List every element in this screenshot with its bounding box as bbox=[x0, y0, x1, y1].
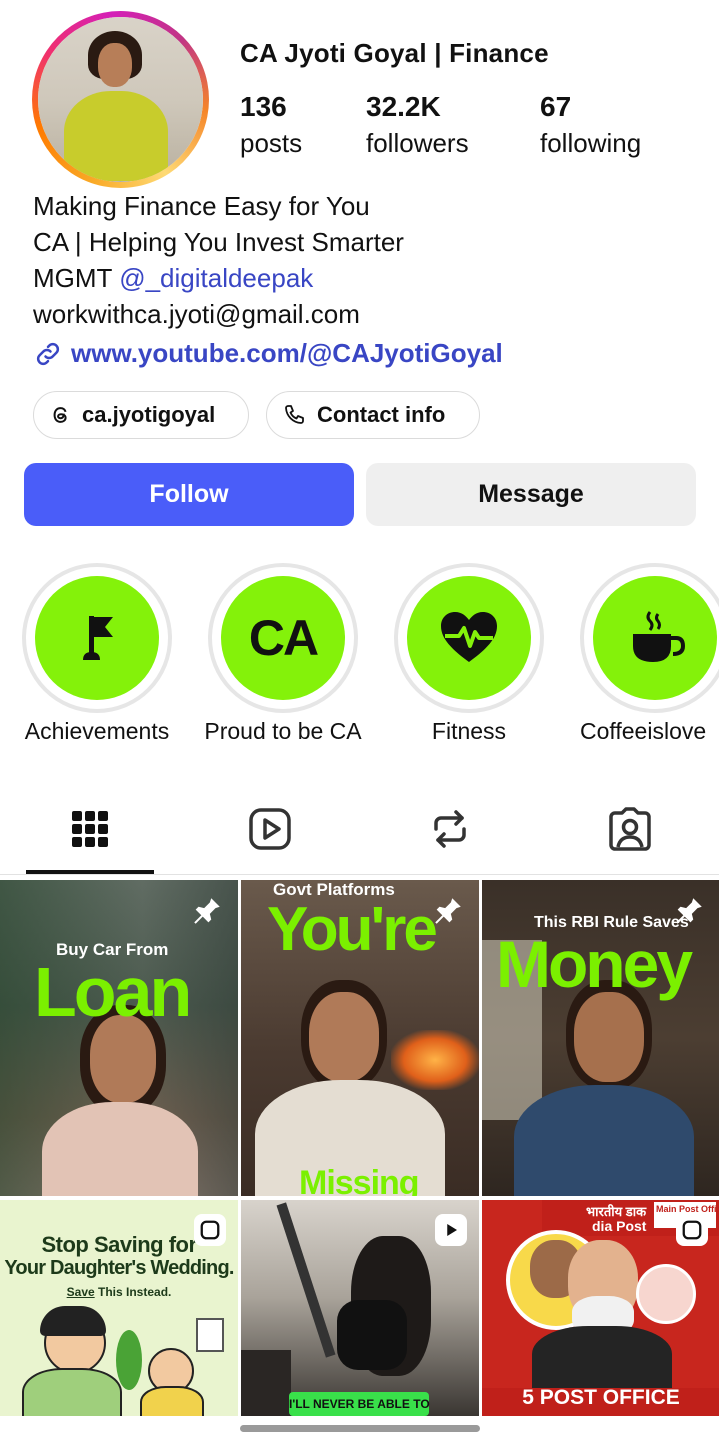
post-headline: You're bbox=[267, 895, 438, 964]
highlight-coffeeislove[interactable]: Coffeeislove bbox=[580, 563, 719, 744]
pin-icon bbox=[435, 898, 461, 924]
contact-info-chip[interactable]: Contact info bbox=[266, 391, 480, 439]
highlight-fitness[interactable]: Fitness bbox=[394, 563, 544, 744]
stat-label: followers bbox=[366, 128, 469, 158]
tagged-icon bbox=[609, 807, 651, 851]
posts-count[interactable]: 136 posts bbox=[240, 90, 302, 162]
post-tile-4[interactable]: Stop Saving for Your Daughter's Wedding.… bbox=[0, 1200, 238, 1416]
bio-line: MGMT @_digitaldeepak bbox=[33, 260, 404, 296]
stat-label: following bbox=[540, 128, 642, 158]
post-headline: 5 POST OFFICE bbox=[522, 1386, 680, 1409]
post-headline: Loan bbox=[34, 953, 192, 1031]
post-tile-5[interactable]: I'LL NEVER BE ABLE TO bbox=[241, 1200, 479, 1416]
bio-mention-link[interactable]: @_digitaldeepak bbox=[119, 263, 313, 293]
avatar bbox=[38, 17, 203, 182]
grid-icon bbox=[72, 811, 108, 847]
profile-name: CA Jyoti Goyal | Finance bbox=[240, 38, 549, 68]
tab-divider bbox=[0, 874, 719, 875]
post-headline: Money bbox=[496, 927, 693, 1001]
reel-badge bbox=[676, 1214, 708, 1246]
post-tile-3[interactable]: This RBI Rule Saves Money bbox=[482, 880, 719, 1196]
highlight-label: Coffeeislove bbox=[580, 718, 707, 744]
post-subline: Save This Instead. bbox=[0, 1285, 238, 1299]
pin-icon bbox=[676, 898, 702, 924]
post-subline-text: This Instead. bbox=[94, 1285, 172, 1299]
profile-bio: Making Finance Easy for You CA | Helping… bbox=[33, 188, 404, 332]
tab-tagged[interactable] bbox=[606, 805, 654, 853]
bio-mgmt-label: MGMT bbox=[33, 263, 120, 293]
bio-line: CA | Helping You Invest Smarter bbox=[33, 227, 404, 257]
post-caption: I'LL NEVER BE ABLE TO bbox=[289, 1397, 430, 1411]
message-button[interactable]: Message bbox=[366, 463, 696, 526]
reel-icon bbox=[682, 1220, 702, 1240]
stat-value: 32.2K bbox=[366, 91, 441, 122]
post-tile-1[interactable]: Buy Car From Loan bbox=[0, 880, 238, 1196]
tab-reposts[interactable] bbox=[426, 805, 474, 853]
post-subline-emphasis: Save bbox=[66, 1285, 95, 1299]
reposts-icon bbox=[434, 810, 466, 848]
followers-count[interactable]: 32.2K followers bbox=[366, 90, 469, 162]
reels-icon bbox=[249, 808, 291, 850]
profile-avatar-ring[interactable] bbox=[32, 11, 209, 188]
highlight-achievements[interactable]: Achievements bbox=[22, 563, 172, 744]
profile-link[interactable]: www.youtube.com/@CAJyotiGoyal bbox=[33, 338, 503, 369]
tab-reels[interactable] bbox=[246, 805, 294, 853]
phone-icon bbox=[285, 405, 304, 424]
post-tile-6[interactable]: भारतीय डाक dia Post Main Post Office 5 P… bbox=[482, 1200, 719, 1416]
threads-chip[interactable]: ca.jyotigoyal bbox=[33, 391, 249, 439]
stat-label: posts bbox=[240, 128, 303, 158]
highlight-label: Proud to be CA bbox=[204, 718, 362, 744]
post-tile-2[interactable]: Govt Platforms You're Missing bbox=[241, 880, 479, 1196]
home-indicator[interactable] bbox=[240, 1425, 480, 1432]
follow-button[interactable]: Follow bbox=[24, 463, 354, 526]
reel-badge bbox=[435, 1214, 467, 1246]
bio-email: workwithca.jyoti@gmail.com bbox=[33, 299, 360, 329]
post-sign-text: dia Post bbox=[592, 1218, 647, 1234]
reel-badge bbox=[194, 1214, 226, 1246]
link-icon bbox=[36, 342, 60, 365]
stat-value: 136 bbox=[240, 91, 287, 122]
coffee-cup-icon bbox=[633, 611, 686, 662]
bio-line: Making Finance Easy for You bbox=[33, 191, 370, 221]
play-icon bbox=[447, 1224, 457, 1236]
highlight-label: Fitness bbox=[431, 718, 507, 744]
pin-icon bbox=[194, 898, 220, 924]
following-count[interactable]: 67 following bbox=[540, 90, 641, 162]
highlight-label: Achievements bbox=[24, 718, 170, 744]
threads-icon bbox=[53, 407, 67, 423]
threads-handle: ca.jyotigoyal bbox=[82, 402, 216, 427]
heart-pulse-icon bbox=[441, 612, 497, 662]
ca-icon: CA bbox=[248, 610, 319, 666]
stat-value: 67 bbox=[540, 91, 572, 122]
contact-info-label: Contact info bbox=[317, 402, 446, 427]
post-headline: Your Daughter's Wedding. bbox=[4, 1257, 234, 1279]
post-sign-text: Main Post Office bbox=[656, 1204, 719, 1214]
post-footer-text: Missing bbox=[299, 1164, 420, 1196]
flag-icon bbox=[83, 616, 113, 660]
reel-icon bbox=[200, 1220, 220, 1240]
tab-posts-grid[interactable] bbox=[66, 805, 114, 853]
profile-link-text[interactable]: www.youtube.com/@CAJyotiGoyal bbox=[71, 338, 503, 369]
highlight-proud-to-be-ca[interactable]: CA Proud to be CA bbox=[204, 563, 362, 744]
